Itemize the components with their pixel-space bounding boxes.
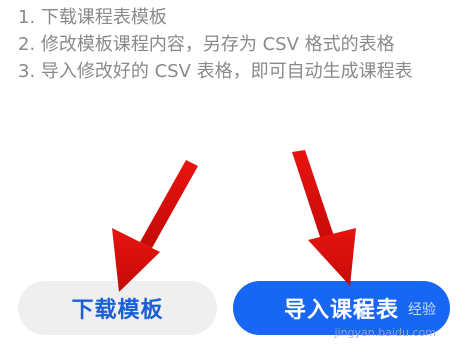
download-template-button[interactable]: 下载模板 (18, 281, 217, 335)
instruction-step-2: 2. 修改模板课程内容，另存为 CSV 格式的表格 (18, 34, 395, 55)
download-template-label: 下载模板 (71, 298, 164, 323)
import-schedule-button[interactable]: 导入课程表 (233, 281, 450, 335)
import-schedule-label: 导入课程表 (283, 298, 399, 323)
instruction-step-3: 3. 导入修改好的 CSV 表格，即可自动生成课程表 (18, 61, 413, 82)
instruction-list: 1. 下载课程表模板 2. 修改模板课程内容，另存为 CSV 格式的表格 3. … (18, 4, 448, 85)
left-arrow-icon (112, 160, 198, 292)
instruction-step-1: 1. 下载课程表模板 (18, 7, 167, 28)
right-arrow-icon (292, 150, 356, 286)
